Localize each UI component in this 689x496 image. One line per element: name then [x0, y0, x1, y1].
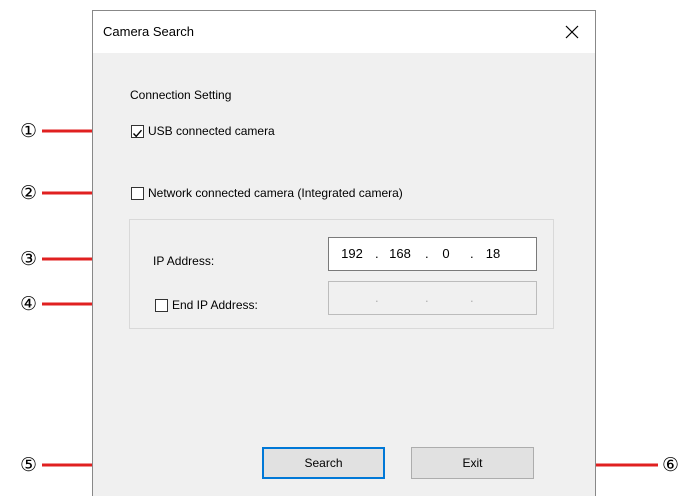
network-camera-label[interactable]: Network connected camera (Integrated cam… [148, 186, 403, 200]
ip-address-label: IP Address: [153, 254, 215, 268]
callout-number-3: ③ [20, 248, 38, 270]
end-ip-checkbox[interactable] [155, 299, 168, 312]
ip-dot: . [470, 246, 474, 261]
ip-octet-2[interactable]: 168 [383, 246, 417, 261]
exit-button[interactable]: Exit [411, 447, 534, 479]
callout-number-5: ⑤ [20, 454, 38, 476]
usb-camera-label[interactable]: USB connected camera [148, 124, 275, 138]
connection-setting-label: Connection Setting [130, 88, 232, 102]
ip-octet-3[interactable]: 0 [429, 246, 463, 261]
ip-octet-4[interactable]: 18 [476, 246, 510, 261]
callout-number-6: ⑥ [662, 454, 680, 476]
end-ip-dot: . [425, 290, 429, 305]
close-icon [565, 25, 579, 39]
ip-dot: . [375, 246, 379, 261]
ip-address-field[interactable]: 192 . 168 . 0 . 18 [328, 237, 537, 271]
callout-number-4: ④ [20, 293, 38, 315]
camera-search-dialog: Camera Search Connection Setting USB con… [92, 10, 596, 496]
checkmark-icon [132, 129, 143, 138]
end-ip-dot: . [470, 290, 474, 305]
search-button[interactable]: Search [262, 447, 385, 479]
network-camera-checkbox[interactable] [131, 187, 144, 200]
end-ip-address-field[interactable]: . . . [328, 281, 537, 315]
end-ip-address-label[interactable]: End IP Address: [172, 298, 258, 312]
end-ip-dot: . [375, 290, 379, 305]
title-bar: Camera Search [93, 11, 595, 53]
ip-octet-1[interactable]: 192 [335, 246, 369, 261]
usb-camera-checkbox[interactable] [131, 125, 144, 138]
window-title: Camera Search [103, 24, 195, 39]
close-button[interactable] [549, 11, 595, 53]
callout-number-1: ① [20, 120, 38, 142]
callout-number-2: ② [20, 182, 38, 204]
